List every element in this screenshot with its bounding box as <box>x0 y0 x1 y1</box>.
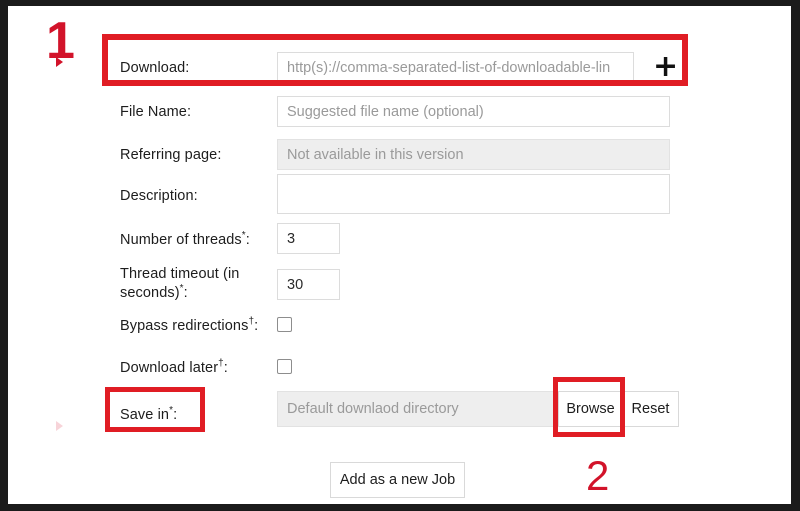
download-later-label: Download later†: <box>120 359 278 378</box>
file-name-input-placeholder: Suggested file name (optional) <box>287 103 484 120</box>
screenshot-frame: Download: http(s)://comma-separated-list… <box>0 0 800 511</box>
save-in-path-placeholder: Default downlaod directory <box>287 401 459 417</box>
description-label-text: Description: <box>120 188 198 204</box>
referring-page-label-text: Referring page: <box>120 147 222 163</box>
referring-page-label: Referring page: <box>120 146 278 165</box>
save-in-label-text: Save in <box>120 407 170 423</box>
description-label: Description: <box>120 187 278 206</box>
annotation-arrow-1-icon <box>56 57 63 67</box>
reset-button[interactable]: Reset <box>623 391 679 427</box>
download-input[interactable]: http(s)://comma-separated-list-of-downlo… <box>277 52 634 83</box>
download-later-checkbox[interactable] <box>277 359 292 374</box>
number-of-threads-value: 3 <box>287 230 296 247</box>
browse-button[interactable]: Browse <box>558 391 623 427</box>
save-in-label: Save in*: <box>120 406 278 425</box>
download-later-label-text: Download later <box>120 360 219 376</box>
annotation-arrow-2-icon <box>56 421 63 431</box>
number-of-threads-label: Number of threads*: <box>120 231 278 250</box>
bypass-redirections-label-text: Bypass redirections <box>120 318 249 334</box>
description-input[interactable] <box>277 174 670 214</box>
referring-page-input-placeholder: Not available in this version <box>287 146 464 163</box>
form-page: Download: http(s)://comma-separated-list… <box>8 6 791 504</box>
label-colon: : <box>173 407 178 423</box>
file-name-input[interactable]: Suggested file name (optional) <box>277 96 670 127</box>
label-colon: : <box>254 318 259 334</box>
annotation-marker-2: 2 <box>586 452 610 499</box>
referring-page-input: Not available in this version <box>277 139 670 170</box>
thread-timeout-input[interactable]: 30 <box>277 269 340 300</box>
bypass-redirections-label: Bypass redirections†: <box>120 317 278 336</box>
thread-timeout-value: 30 <box>287 276 304 293</box>
label-colon: : <box>245 232 250 248</box>
add-download-form: Download: http(s)://comma-separated-list… <box>8 6 791 504</box>
save-in-path-input: Default downlaod directory <box>277 391 558 427</box>
label-colon: : <box>183 285 188 302</box>
add-link-icon[interactable]: + <box>653 52 678 82</box>
bypass-redirections-checkbox[interactable] <box>277 317 292 332</box>
label-colon: : <box>223 360 228 376</box>
file-name-label-text: File Name: <box>120 104 192 120</box>
add-as-new-job-button[interactable]: Add as a new Job <box>330 462 465 498</box>
thread-timeout-label: Thread timeout (in seconds)*: <box>120 265 270 303</box>
download-label-text: Download: <box>120 60 190 76</box>
number-of-threads-input[interactable]: 3 <box>277 223 340 254</box>
file-name-label: File Name: <box>120 103 278 122</box>
download-input-placeholder: http(s)://comma-separated-list-of-downlo… <box>287 59 611 76</box>
download-label: Download: <box>120 59 278 78</box>
number-of-threads-label-text: Number of threads <box>120 232 242 248</box>
